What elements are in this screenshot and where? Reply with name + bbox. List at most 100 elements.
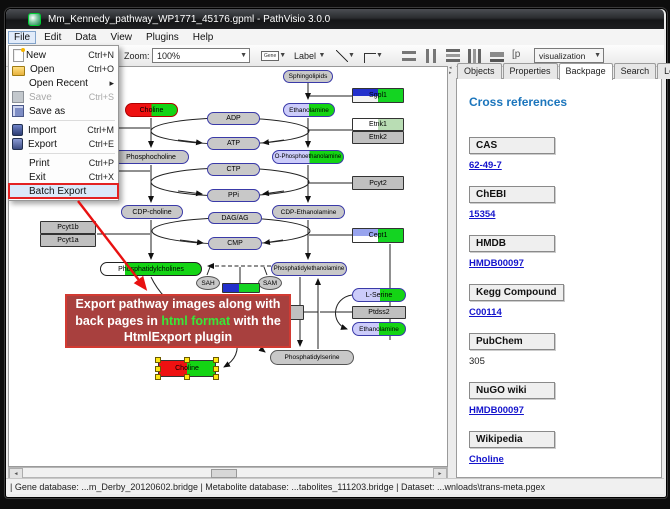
file-menu-item-exit[interactable]: ExitCtrl+X (9, 170, 118, 184)
file-menu-item-open[interactable]: OpenCtrl+O (9, 62, 118, 76)
import-icon (12, 124, 23, 136)
xref-section-cas: CAS62-49-7 (469, 135, 651, 171)
connector-tool-button[interactable]: ▼ (364, 48, 383, 63)
chevron-down-icon[interactable]: ▼ (279, 52, 286, 59)
pathway-node-etnk1[interactable]: Etnk1 (352, 118, 404, 131)
pathway-node-sam[interactable]: SAM (258, 276, 282, 290)
xref-link[interactable]: C00114 (469, 307, 651, 318)
menu-item-label: Open Recent (29, 78, 109, 89)
file-menu-item-save-as[interactable]: Save as (9, 104, 118, 118)
menu-data[interactable]: Data (69, 31, 102, 44)
splitter-grip-icon[interactable]: ◂▸ (449, 66, 452, 76)
tab-properties[interactable]: Properties (503, 63, 558, 79)
line-tool-icon (336, 50, 348, 62)
pathway-node-etnk2[interactable]: Etnk2 (352, 131, 404, 144)
selection-handle[interactable] (155, 374, 161, 380)
xref-value: 305 (469, 356, 651, 367)
file-menu-item-new[interactable]: NewCtrl+N (9, 48, 118, 62)
xref-database-name: ChEBI (469, 186, 555, 203)
menu-edit[interactable]: Edit (38, 31, 67, 44)
app-icon (28, 13, 41, 26)
pathway-node-adp[interactable]: ADP (207, 112, 260, 125)
xref-link[interactable]: HMDB00097 (469, 258, 651, 269)
gene-tool-button[interactable]: Gene ▼ (261, 48, 286, 63)
selection-handle[interactable] (213, 357, 219, 363)
xref-link[interactable]: HMDB00097 (469, 405, 651, 416)
pathway-node-phosphatidylserine[interactable]: Phosphatidylserine (270, 350, 354, 365)
pathway-node-ptdss2[interactable]: Ptdss2 (352, 306, 406, 319)
menu-shortcut: Ctrl+S (89, 92, 114, 102)
blank-icon (12, 157, 24, 169)
file-menu-item-open-recent[interactable]: Open Recent▸ (9, 76, 118, 90)
chevron-down-icon[interactable]: ▼ (376, 52, 383, 59)
pathway-node-cdp-choline[interactable]: CDP-choline (121, 205, 183, 219)
tab-backpage[interactable]: Backpage (559, 63, 613, 80)
file-menu-item-import[interactable]: ImportCtrl+M (9, 123, 118, 137)
tab-objects[interactable]: Objects (457, 63, 502, 79)
menu-item-label: Batch Export (29, 186, 114, 197)
pathway-node-pcyt1b[interactable]: Pcyt1b (40, 221, 96, 234)
pathway-node-phosphocholine[interactable]: Phosphocholine (113, 150, 189, 164)
pathway-node-dag-ag[interactable]: DAG/AG (208, 212, 262, 224)
horizontal-scrollbar[interactable]: ◄ ► (8, 467, 448, 478)
selection-handle[interactable] (213, 374, 219, 380)
pathway-node-pcyt1a[interactable]: Pcyt1a (40, 234, 96, 247)
selection-handle[interactable] (213, 366, 219, 372)
chevron-down-icon[interactable]: ▼ (348, 52, 355, 59)
menu-shortcut: Ctrl+M (87, 125, 114, 135)
selection-handle[interactable] (155, 357, 161, 363)
pathway-node-sphingolipids[interactable]: Sphingolipids (283, 70, 333, 83)
pathway-node-ctp[interactable]: CTP (207, 163, 260, 176)
menu-view[interactable]: View (104, 31, 138, 44)
file-menu-item-save[interactable]: SaveCtrl+S (9, 90, 118, 104)
pathway-node-sgpl1[interactable]: Sgpl1 (352, 88, 404, 103)
selection-handle[interactable] (184, 374, 190, 380)
line-tool-button[interactable]: ▼ (336, 48, 355, 63)
pathway-node-pcyt2[interactable]: Pcyt2 (352, 176, 404, 190)
pathway-node-choline[interactable]: Choline (125, 103, 178, 117)
pathway-node-phosphatidylethanolamine[interactable]: Phosphatidylethanolamine (271, 262, 347, 276)
menu-help[interactable]: Help (187, 31, 220, 44)
zoom-label: Zoom: (124, 48, 150, 63)
distribute-rows-icon[interactable] (446, 49, 460, 63)
pathway-node-atp[interactable]: ATP (207, 137, 260, 150)
zoom-select[interactable]: 100%▼ (152, 48, 250, 63)
pathway-node-l-serine[interactable]: L-Serine (352, 288, 406, 302)
pathway-node-cept1[interactable]: Cept1 (352, 228, 404, 243)
visualization-select[interactable]: visualization▼ (534, 48, 604, 63)
tab-legend[interactable]: Legend (657, 63, 670, 79)
tab-search[interactable]: Search (614, 63, 657, 79)
file-menu-item-print[interactable]: PrintCtrl+P (9, 156, 118, 170)
pathway-node-cdp-ethanolamine[interactable]: CDP-Ethanolamine (272, 205, 345, 219)
boundary-icon[interactable]: [p (512, 49, 520, 63)
align-vertical-icon[interactable] (402, 49, 416, 63)
xref-link[interactable]: Choline (469, 454, 651, 465)
pathway-node-ppi[interactable]: PPi (207, 189, 260, 202)
xref-link[interactable]: 15354 (469, 209, 651, 220)
pathway-node-unlabeled[interactable] (222, 283, 260, 293)
chevron-down-icon[interactable]: ▼ (319, 52, 326, 59)
pathway-node-sah[interactable]: SAH (196, 276, 220, 290)
pathway-node-ethanolamine[interactable]: Ethanolamine (283, 103, 335, 117)
selection-handle[interactable] (184, 357, 190, 363)
pathway-node-o-phosphoethanolamine[interactable]: O-Phosphoethanolamine (272, 150, 344, 164)
menu-plugins[interactable]: Plugins (140, 31, 185, 44)
selection-handle[interactable] (155, 366, 161, 372)
xref-link[interactable]: 62-49-7 (469, 160, 651, 171)
xref-section-nugo-wiki: NuGO wikiHMDB00097 (469, 380, 651, 416)
stamp-icon[interactable] (490, 49, 504, 63)
pathway-node-cmp[interactable]: CMP (208, 237, 262, 250)
align-horizontal-icon[interactable] (424, 49, 438, 63)
scrollbar-thumb[interactable] (211, 469, 237, 478)
title-bar[interactable]: Mm_Kennedy_pathway_WP1771_45176.gpml - P… (6, 9, 664, 30)
file-menu-item-batch-export[interactable]: Batch Export (9, 184, 118, 198)
pathway-node-ethanolamine[interactable]: Ethanolamine (352, 322, 406, 336)
submenu-arrow-icon: ▸ (109, 78, 114, 89)
pathway-node-phosphatidylcholines[interactable]: Phosphatidylcholines (100, 262, 202, 276)
menu-shortcut: Ctrl+E (89, 139, 114, 149)
label-tool-button[interactable]: Label ▼ (294, 48, 325, 63)
menu-file[interactable]: File (8, 31, 36, 44)
file-menu-item-export[interactable]: ExportCtrl+E (9, 137, 118, 151)
distribute-columns-icon[interactable] (468, 49, 482, 63)
panel-splitter[interactable]: ◂▸ (448, 66, 456, 478)
